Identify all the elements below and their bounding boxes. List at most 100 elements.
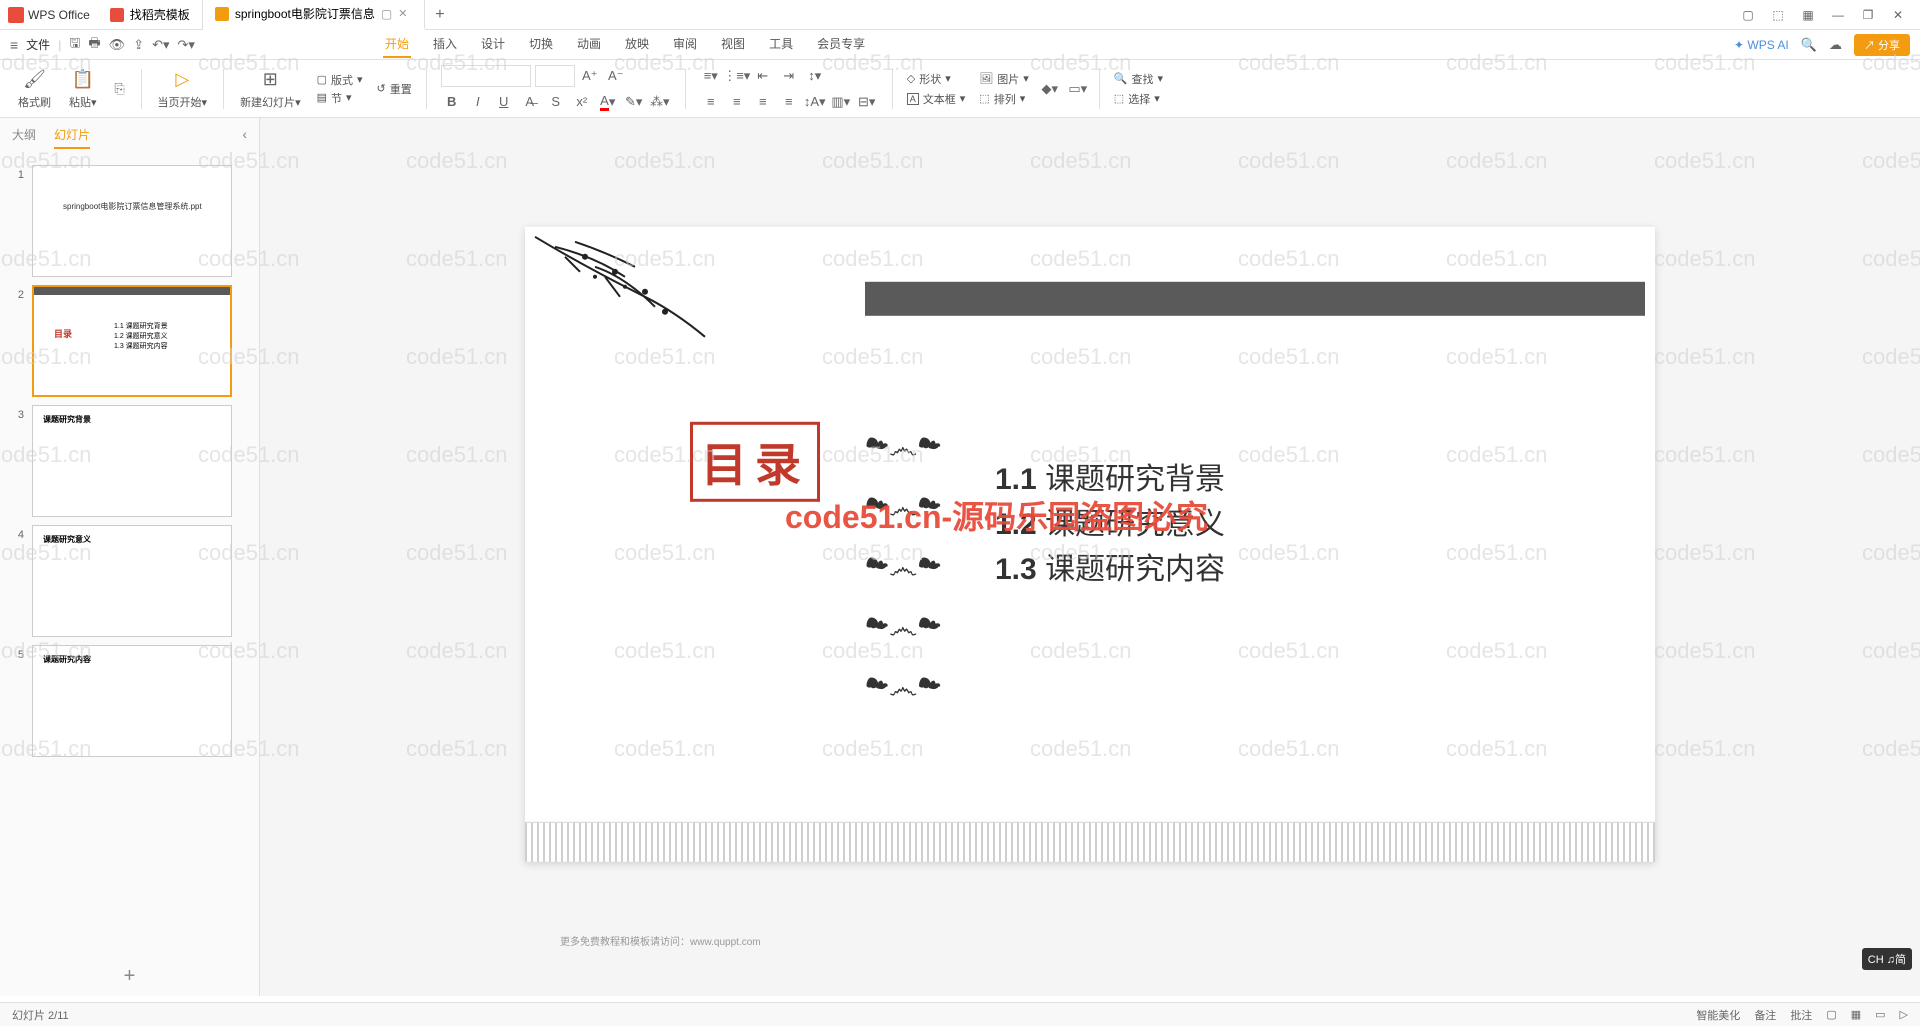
view-sorter-icon[interactable]: ▦ bbox=[1851, 1008, 1861, 1021]
bullet-list-icon[interactable]: ≡▾ bbox=[700, 65, 722, 87]
align-center-icon[interactable]: ≡ bbox=[726, 91, 748, 113]
presentation-mode-icon[interactable]: ▢ bbox=[381, 7, 392, 21]
columns-icon[interactable]: ▥▾ bbox=[830, 91, 852, 113]
picture-button[interactable]: 🖼图片▾ bbox=[975, 71, 1033, 87]
redo-icon[interactable]: ↷▾ bbox=[178, 37, 195, 53]
line-spacing-icon[interactable]: ↕▾ bbox=[804, 65, 826, 87]
main-area: 大纲 幻灯片 ‹ 1 springboot电影院订票信息管理系统.ppt 2 目… bbox=[0, 118, 1920, 996]
tab-design[interactable]: 设计 bbox=[479, 31, 507, 58]
maximize-icon[interactable]: ❐ bbox=[1858, 5, 1878, 25]
window-icon[interactable]: ▢ bbox=[1738, 5, 1758, 25]
section-button[interactable]: ▤节▾ bbox=[313, 90, 367, 106]
clear-format-icon[interactable]: ⁂▾ bbox=[649, 91, 671, 113]
tab-transition[interactable]: 切换 bbox=[527, 31, 555, 58]
tab-animation[interactable]: 动画 bbox=[575, 31, 603, 58]
slide-panel: 大纲 幻灯片 ‹ 1 springboot电影院订票信息管理系统.ppt 2 目… bbox=[0, 118, 260, 996]
cloud-icon[interactable]: ☁ bbox=[1829, 37, 1842, 53]
export-icon[interactable]: ⇪ bbox=[133, 37, 144, 53]
print-icon[interactable]: 🖶 bbox=[88, 34, 100, 56]
save-icon[interactable]: 🖫 bbox=[69, 34, 80, 56]
outline-color-icon[interactable]: ▭▾ bbox=[1067, 78, 1089, 100]
format-painter-button[interactable]: 🖌格式刷 bbox=[12, 68, 57, 110]
add-tab-button[interactable]: + bbox=[425, 6, 454, 24]
tab-review[interactable]: 审阅 bbox=[671, 31, 699, 58]
fill-color-icon[interactable]: ◆▾ bbox=[1039, 78, 1061, 100]
bold-icon[interactable]: B bbox=[441, 91, 463, 113]
view-slideshow-icon[interactable]: ▷ bbox=[1900, 1008, 1908, 1021]
select-button[interactable]: ⬚选择▾ bbox=[1110, 91, 1167, 107]
start-current-button[interactable]: ▷当页开始▾ bbox=[152, 68, 214, 110]
thumbnail-3[interactable]: 课题研究背景 bbox=[32, 405, 232, 517]
tab-slideshow[interactable]: 放映 bbox=[623, 31, 651, 58]
shape-button[interactable]: ◇形状▾ bbox=[903, 71, 970, 87]
status-comments[interactable]: 批注 bbox=[1790, 1007, 1812, 1023]
align-right-icon[interactable]: ≡ bbox=[752, 91, 774, 113]
text-direction-icon[interactable]: ↕A▾ bbox=[804, 91, 826, 113]
thumbnail-4[interactable]: 课题研究意义 bbox=[32, 525, 232, 637]
arrange-button[interactable]: ⬚排列▾ bbox=[975, 91, 1033, 107]
grid-icon[interactable]: ▦ bbox=[1798, 5, 1818, 25]
thumbnail-1[interactable]: springboot电影院订票信息管理系统.ppt bbox=[32, 165, 232, 277]
align-vertical-icon[interactable]: ⊟▾ bbox=[856, 91, 878, 113]
paste-button[interactable]: 📋粘贴▾ bbox=[63, 68, 103, 110]
add-slide-button[interactable]: + bbox=[0, 957, 259, 996]
tab-home[interactable]: 开始 bbox=[383, 31, 411, 58]
number-list-icon[interactable]: ⋮≡▾ bbox=[726, 65, 748, 87]
thumbnail-2[interactable]: 目录 1.1 课题研究背景1.2 课题研究意义1.3 课题研究内容 bbox=[32, 285, 232, 397]
tab-templates[interactable]: 找稻壳模板 bbox=[98, 0, 203, 30]
thumbnail-5[interactable]: 课题研究内容 bbox=[32, 645, 232, 757]
copy-icon[interactable]: ⎘ bbox=[109, 78, 131, 100]
minimize-icon[interactable]: — bbox=[1828, 5, 1848, 25]
slide-footer-text: 更多免费教程和模板请访问：www.quppt.com bbox=[560, 933, 761, 948]
undo-icon[interactable]: ↶▾ bbox=[152, 37, 169, 53]
slide-canvas[interactable]: 目录 ☁෴☁ ☁෴☁ ☁෴☁ ☁෴☁ ☁෴☁ 1.1 课题研究背景 1.2 课题… bbox=[260, 118, 1920, 996]
ime-indicator[interactable]: CH ♫简 bbox=[1862, 948, 1912, 970]
tab-member[interactable]: 会员专享 bbox=[815, 31, 867, 58]
tab-document[interactable]: springboot电影院订票信息 ▢ ✕ bbox=[203, 0, 425, 30]
wps-ai-button[interactable]: ✦ WPS AI bbox=[1734, 38, 1789, 52]
font-size-select[interactable] bbox=[535, 65, 575, 87]
tab-tools[interactable]: 工具 bbox=[767, 31, 795, 58]
tab-insert[interactable]: 插入 bbox=[431, 31, 459, 58]
collapse-panel-icon[interactable]: ‹ bbox=[242, 126, 247, 149]
cube-icon[interactable]: ⬚ bbox=[1768, 5, 1788, 25]
strikethrough-icon[interactable]: A̶ bbox=[519, 91, 541, 113]
ppt-icon bbox=[215, 7, 229, 21]
share-button[interactable]: ↗ 分享 bbox=[1854, 34, 1910, 56]
reset-button[interactable]: ↺重置 bbox=[373, 81, 416, 97]
highlight-icon[interactable]: ✎▾ bbox=[623, 91, 645, 113]
find-button[interactable]: 🔍查找▾ bbox=[1110, 71, 1167, 87]
status-notes[interactable]: 备注 bbox=[1754, 1007, 1776, 1023]
close-window-icon[interactable]: ✕ bbox=[1888, 5, 1908, 25]
file-menu[interactable]: 文件 bbox=[26, 36, 50, 53]
outline-tab[interactable]: 大纲 bbox=[12, 126, 36, 149]
increase-font-icon[interactable]: A⁺ bbox=[579, 65, 601, 87]
print-preview-icon[interactable]: 👁 bbox=[109, 37, 126, 53]
branch-decoration bbox=[525, 227, 725, 377]
cloud-icon: ☁෴☁ bbox=[865, 672, 941, 706]
view-normal-icon[interactable]: ▢ bbox=[1826, 1008, 1836, 1021]
status-smart[interactable]: 智能美化 bbox=[1696, 1007, 1740, 1023]
hamburger-icon[interactable]: ≡ bbox=[10, 37, 18, 53]
superscript-icon[interactable]: x² bbox=[571, 91, 593, 113]
align-left-icon[interactable]: ≡ bbox=[700, 91, 722, 113]
close-icon[interactable]: ✕ bbox=[398, 7, 412, 21]
current-slide[interactable]: 目录 ☁෴☁ ☁෴☁ ☁෴☁ ☁෴☁ ☁෴☁ 1.1 课题研究背景 1.2 课题… bbox=[525, 227, 1655, 862]
tab-view[interactable]: 视图 bbox=[719, 31, 747, 58]
new-slide-button[interactable]: ⊞新建幻灯片▾ bbox=[234, 68, 307, 110]
indent-increase-icon[interactable]: ⇥ bbox=[778, 65, 800, 87]
font-color-icon[interactable]: A▾ bbox=[597, 91, 619, 113]
thumbnail-list: 1 springboot电影院订票信息管理系统.ppt 2 目录 1.1 课题研… bbox=[0, 157, 259, 957]
strike-icon[interactable]: S bbox=[545, 91, 567, 113]
italic-icon[interactable]: I bbox=[467, 91, 489, 113]
indent-decrease-icon[interactable]: ⇤ bbox=[752, 65, 774, 87]
view-reading-icon[interactable]: ▭ bbox=[1875, 1008, 1885, 1021]
underline-icon[interactable]: U bbox=[493, 91, 515, 113]
align-justify-icon[interactable]: ≡ bbox=[778, 91, 800, 113]
decrease-font-icon[interactable]: A⁻ bbox=[605, 65, 627, 87]
textbox-button[interactable]: A文本框▾ bbox=[903, 91, 970, 107]
layout-button[interactable]: ▢版式▾ bbox=[313, 72, 367, 88]
slides-tab[interactable]: 幻灯片 bbox=[54, 126, 90, 149]
search-icon[interactable]: 🔍 bbox=[1801, 37, 1817, 53]
font-family-select[interactable] bbox=[441, 65, 531, 87]
